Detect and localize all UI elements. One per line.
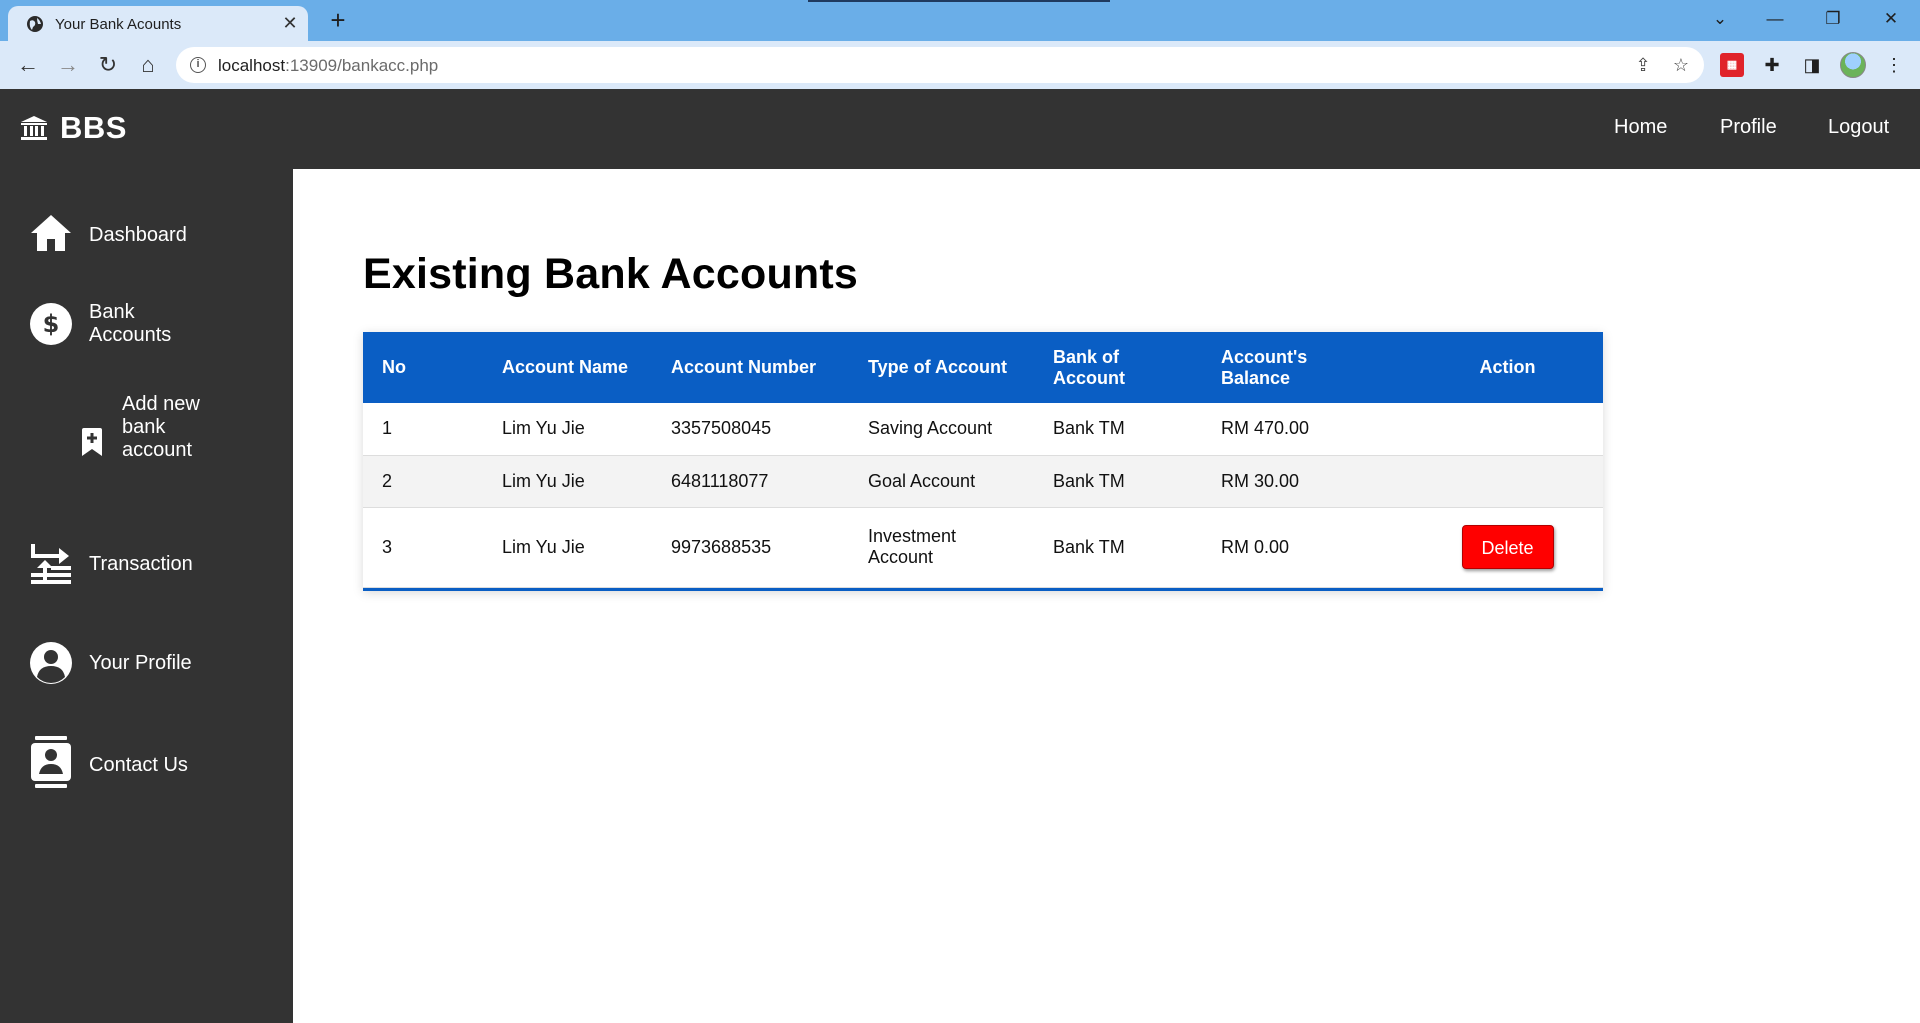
table-row: 2 Lim Yu Jie 6481118077 Goal Account Ban… [363,455,1603,508]
user-circle-icon [30,642,72,684]
cell-account-type: Investment Account [849,507,1034,588]
col-header-action: Action [1412,332,1603,403]
table-row: 1 Lim Yu Jie 3357508045 Saving Account B… [363,403,1603,456]
new-tab-icon[interactable]: + [326,7,350,33]
profile-avatar-icon[interactable] [1840,52,1866,78]
tab-title: Your Bank Acounts [55,16,182,33]
tab-search-chevron-icon[interactable]: ⌄ [1705,6,1735,32]
cell-action: Delete [1412,507,1603,588]
page-title: Existing Bank Accounts [363,250,859,298]
cell-account-name: Lim Yu Jie [483,403,652,456]
col-header-balance: Account's Balance [1202,332,1412,403]
cell-no: 2 [363,455,483,508]
side-panel-icon[interactable]: ◨ [1800,53,1824,77]
site-header: BBS Home Profile Logout [0,89,1920,169]
sidebar-item-label: Transaction [89,553,193,575]
cell-bank: Bank TM [1034,507,1202,588]
table-header-row: No Account Name Account Number Type of A… [363,332,1603,403]
url-text: localhost:13909/bankacc.php [218,56,439,75]
accounts-table: No Account Name Account Number Type of A… [363,332,1603,591]
minimize-icon[interactable]: — [1760,6,1790,32]
col-header-type-of-account: Type of Account [849,332,1034,403]
cell-account-number: 3357508045 [652,403,849,456]
cell-action [1412,403,1603,456]
table-row: 3 Lim Yu Jie 9973688535 Investment Accou… [363,507,1603,588]
contact-card-icon [31,736,71,788]
share-icon[interactable]: ⇪ [1632,54,1654,76]
browser-toolbar: ← → ↻ ⌂ i localhost:13909/bankacc.php ⇪ … [0,41,1920,89]
reload-icon[interactable]: ↻ [94,51,122,79]
col-header-account-name: Account Name [483,332,652,403]
sidebar-item-transaction[interactable]: Transaction [0,531,293,597]
home-browser-icon[interactable]: ⌂ [134,51,162,79]
site-info-icon[interactable]: i [190,57,206,73]
cell-no: 3 [363,507,483,588]
address-bar[interactable]: i localhost:13909/bankacc.php ⇪ ☆ [176,47,1704,83]
tab-close-icon[interactable]: ✕ [280,13,300,33]
nav-home-link[interactable]: Home [1614,116,1667,139]
sidebar-item-add-new-bank-account[interactable]: Add new bank account [0,393,293,493]
globe-icon [27,16,43,32]
cell-balance: RM 0.00 [1202,507,1412,588]
sidebar-item-dashboard[interactable]: Dashboard [0,199,293,263]
cell-account-number: 9973688535 [652,507,849,588]
dollar-circle-icon: $ [30,303,72,345]
back-arrow-icon[interactable]: ← [14,51,42,79]
sidebar-item-label: Dashboard [89,224,187,246]
svg-text:$: $ [43,310,60,338]
bank-icon [21,116,47,140]
sidebar-item-your-profile[interactable]: Your Profile [0,629,293,695]
nav-logout-link[interactable]: Logout [1828,116,1889,139]
browser-tab[interactable]: Your Bank Acounts ✕ [8,6,308,41]
home-icon [31,215,71,251]
delete-button[interactable]: Delete [1461,525,1554,569]
sidebar: Dashboard $ Bank Accounts Add new bank a… [0,169,293,1023]
col-header-account-number: Account Number [652,332,849,403]
sidebar-item-label: Your Profile [89,652,192,674]
restore-icon[interactable]: ❐ [1818,6,1848,32]
extensions-puzzle-icon[interactable]: ✚ [1760,53,1784,77]
window-close-icon[interactable]: ✕ [1876,6,1906,32]
browser-tabstrip: Your Bank Acounts ✕ + ⌄ — ❐ ✕ [0,0,1920,41]
sidebar-item-label: Add new bank account [122,393,200,461]
cell-no: 1 [363,403,483,456]
bookmark-star-icon[interactable]: ☆ [1670,54,1692,76]
brand-logo[interactable]: BBS [20,110,127,145]
tabstrip-accent [808,0,1110,2]
cell-balance: RM 30.00 [1202,455,1412,508]
col-header-bank-of-account: Bank of Account [1034,332,1202,403]
cell-account-type: Saving Account [849,403,1034,456]
cell-account-name: Lim Yu Jie [483,455,652,508]
col-header-no: No [363,332,483,403]
sidebar-item-label: Contact Us [89,754,188,776]
cell-account-number: 6481118077 [652,455,849,508]
sidebar-item-label: Bank Accounts [89,301,172,346]
cell-bank: Bank TM [1034,403,1202,456]
cell-balance: RM 470.00 [1202,403,1412,456]
cell-account-type: Goal Account [849,455,1034,508]
cell-bank: Bank TM [1034,455,1202,508]
brand-name: BBS [60,110,127,145]
sidebar-item-bank-accounts[interactable]: $ Bank Accounts [0,289,293,355]
transaction-icon [31,544,71,584]
extension-red-icon[interactable]: ▦ [1720,53,1744,77]
cell-action [1412,455,1603,508]
bookmark-plus-icon [82,428,102,456]
sidebar-item-contact-us[interactable]: Contact Us [0,725,293,795]
nav-profile-link[interactable]: Profile [1720,116,1777,139]
cell-account-name: Lim Yu Jie [483,507,652,588]
menu-kebab-icon[interactable]: ⋮ [1882,53,1906,77]
forward-arrow-icon[interactable]: → [54,51,82,79]
